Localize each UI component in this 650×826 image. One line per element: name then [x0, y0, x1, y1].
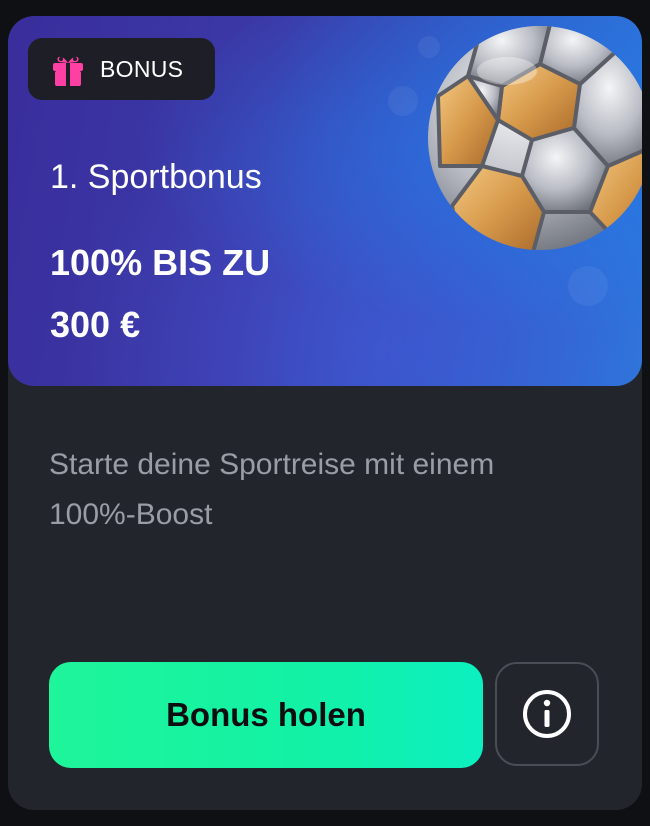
claim-bonus-button[interactable]: Bonus holen	[49, 662, 483, 768]
bonus-card: BONUS 1. Sportbonus 100% BIS ZU 300 € St…	[8, 16, 642, 810]
bonus-hero-banner: BONUS 1. Sportbonus 100% BIS ZU 300 €	[8, 16, 642, 386]
bonus-offer-line1: 100% BIS ZU	[50, 242, 271, 283]
info-button[interactable]	[495, 662, 599, 766]
football-icon	[428, 26, 642, 250]
background-decoration	[388, 86, 418, 116]
bonus-offer: 100% BIS ZU 300 €	[50, 232, 390, 356]
badge-label: BONUS	[100, 55, 184, 82]
bonus-description: Starte deine Sportreise mit einem 100%-B…	[49, 448, 495, 531]
bonus-offer-line2: 300 €	[50, 304, 141, 345]
bonus-badge: BONUS	[28, 38, 215, 100]
info-icon	[520, 687, 574, 741]
bonus-subtitle: 1. Sportbonus	[50, 158, 262, 196]
background-decoration	[568, 266, 608, 306]
gift-icon	[48, 49, 88, 89]
